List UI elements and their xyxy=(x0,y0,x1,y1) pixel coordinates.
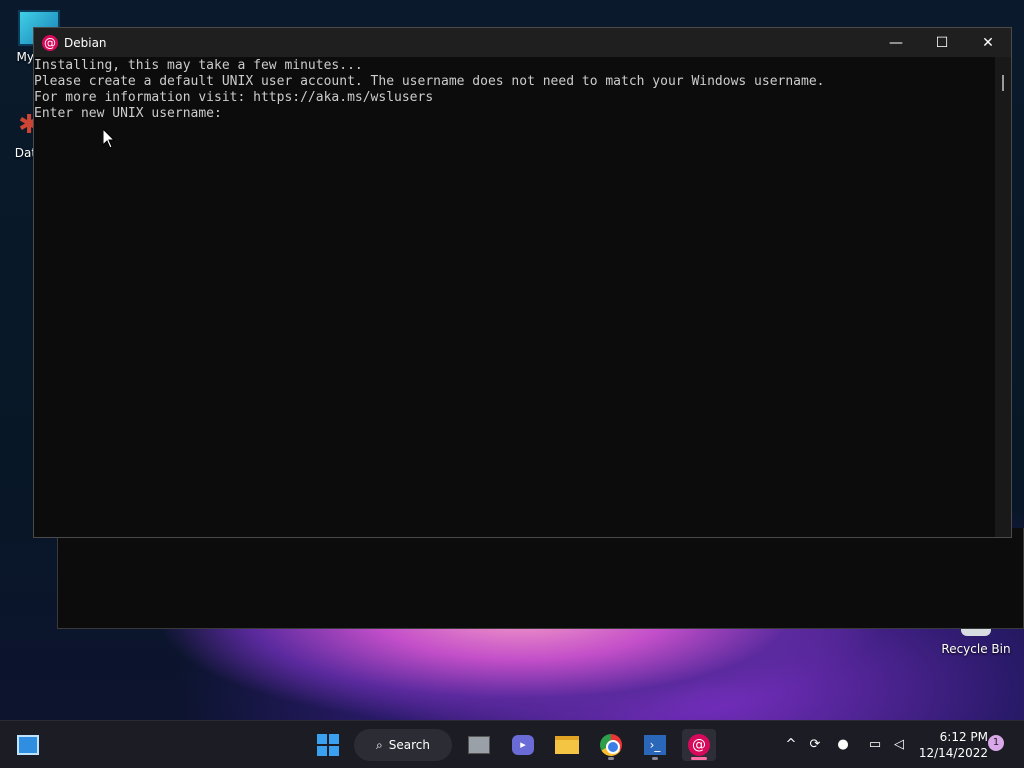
maximize-button[interactable]: ☐ xyxy=(919,28,965,57)
clock-date: 12/14/2022 xyxy=(918,746,988,760)
terminal-line: For more information visit: https://aka.… xyxy=(34,90,434,105)
task-view-button[interactable] xyxy=(464,729,494,761)
clock[interactable]: 6:12 PM 12/14/2022 xyxy=(916,729,988,761)
chrome-button[interactable] xyxy=(596,729,626,761)
widgets-button[interactable] xyxy=(14,729,42,761)
running-indicator xyxy=(652,757,658,760)
powershell-button[interactable]: ›_ xyxy=(640,729,670,761)
chat-button[interactable]: ▸ xyxy=(508,729,538,761)
chevron-up-icon[interactable]: ^ xyxy=(781,735,801,755)
powershell-icon: ›_ xyxy=(644,735,666,755)
vertical-scrollbar[interactable] xyxy=(995,57,1011,537)
sync-icon[interactable]: ⟳ xyxy=(805,735,825,755)
terminal-line: Please create a default UNIX user accoun… xyxy=(34,74,825,89)
debian-terminal-window[interactable]: @ Debian — ☐ ✕ Installing, this may take… xyxy=(33,27,1012,538)
debian-swirl-icon: @ xyxy=(42,34,58,51)
close-button[interactable]: ✕ xyxy=(965,28,1011,57)
file-explorer-button[interactable] xyxy=(552,729,582,761)
clock-time: 6:12 PM xyxy=(939,730,988,744)
notification-badge[interactable]: 1 xyxy=(988,735,1004,751)
debian-swirl-icon: @ xyxy=(688,734,710,756)
debian-taskbar-button[interactable]: @ xyxy=(682,729,716,761)
active-indicator xyxy=(691,757,707,760)
terminal-output[interactable]: Installing, this may take a few minutes.… xyxy=(34,57,995,537)
microphone-icon[interactable]: ● xyxy=(833,735,853,755)
search-label: Search xyxy=(388,738,430,752)
folder-icon xyxy=(555,736,579,754)
scrollbar-thumb[interactable] xyxy=(1002,75,1004,91)
taskbar: ⌕ Search ▸ ›_ @ ^ ⟳ ● ▭ ◁ 6:12 PM 12/14/… xyxy=(0,720,1024,768)
terminal-line: Installing, this may take a few minutes.… xyxy=(34,58,363,73)
window-controls: — ☐ ✕ xyxy=(873,28,1011,57)
volume-icon[interactable]: ◁ xyxy=(889,735,909,755)
network-icon[interactable]: ▭ xyxy=(865,735,885,755)
desktop-icon-label: Recycle Bin xyxy=(941,642,1011,656)
window-title: Debian xyxy=(64,35,107,50)
background-window[interactable] xyxy=(57,528,1024,629)
running-indicator xyxy=(608,757,614,760)
minimize-button[interactable]: — xyxy=(873,28,919,57)
search-button[interactable]: ⌕ Search xyxy=(354,729,452,761)
widgets-icon xyxy=(17,735,39,755)
chrome-icon xyxy=(600,734,622,756)
search-icon: ⌕ xyxy=(376,737,383,752)
title-bar[interactable]: @ Debian — ☐ ✕ xyxy=(34,28,1011,57)
task-view-icon xyxy=(468,736,490,754)
chat-icon: ▸ xyxy=(512,735,534,755)
terminal-prompt-line[interactable]: Enter new UNIX username: xyxy=(34,106,995,122)
windows-logo-icon xyxy=(317,734,339,756)
start-button[interactable] xyxy=(312,729,344,761)
